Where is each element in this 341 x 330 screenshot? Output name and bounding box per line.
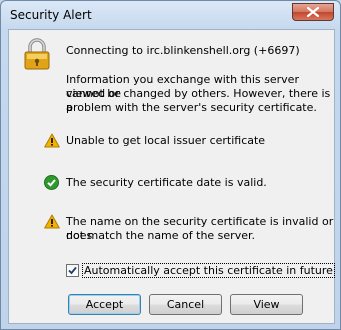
warning-icon [44,214,60,229]
auto-accept-checkbox[interactable] [66,264,79,277]
dialog-content: Connecting to irc.blinkenshell.org (+669… [8,29,335,324]
connection-text: Connecting to irc.blinkenshell.org (+669… [66,44,300,57]
checkmark-icon [68,266,77,275]
cancel-button[interactable]: Cancel [149,294,222,315]
issue-3-text-line-2: not match the name of the server. [66,229,255,242]
auto-accept-label[interactable]: Automatically accept this certificate in… [82,263,335,278]
close-icon [307,7,319,17]
warning-icon [44,133,60,148]
accept-button[interactable]: Accept [68,294,141,315]
info-line-3: problem with the server's security certi… [66,101,317,114]
title-bar[interactable]: Security Alert [1,1,340,29]
issue-1-text: Unable to get local issuer certificate [66,134,266,147]
view-button[interactable]: View [230,294,303,315]
check-circle-icon [44,175,59,190]
dialog-title: Security Alert [10,8,92,22]
security-alert-dialog: Security Alert Connecting to irc.blinken… [0,0,341,330]
padlock-icon [24,38,50,70]
issue-2-text: The security certificate date is valid. [66,176,267,189]
close-button[interactable] [292,3,334,21]
